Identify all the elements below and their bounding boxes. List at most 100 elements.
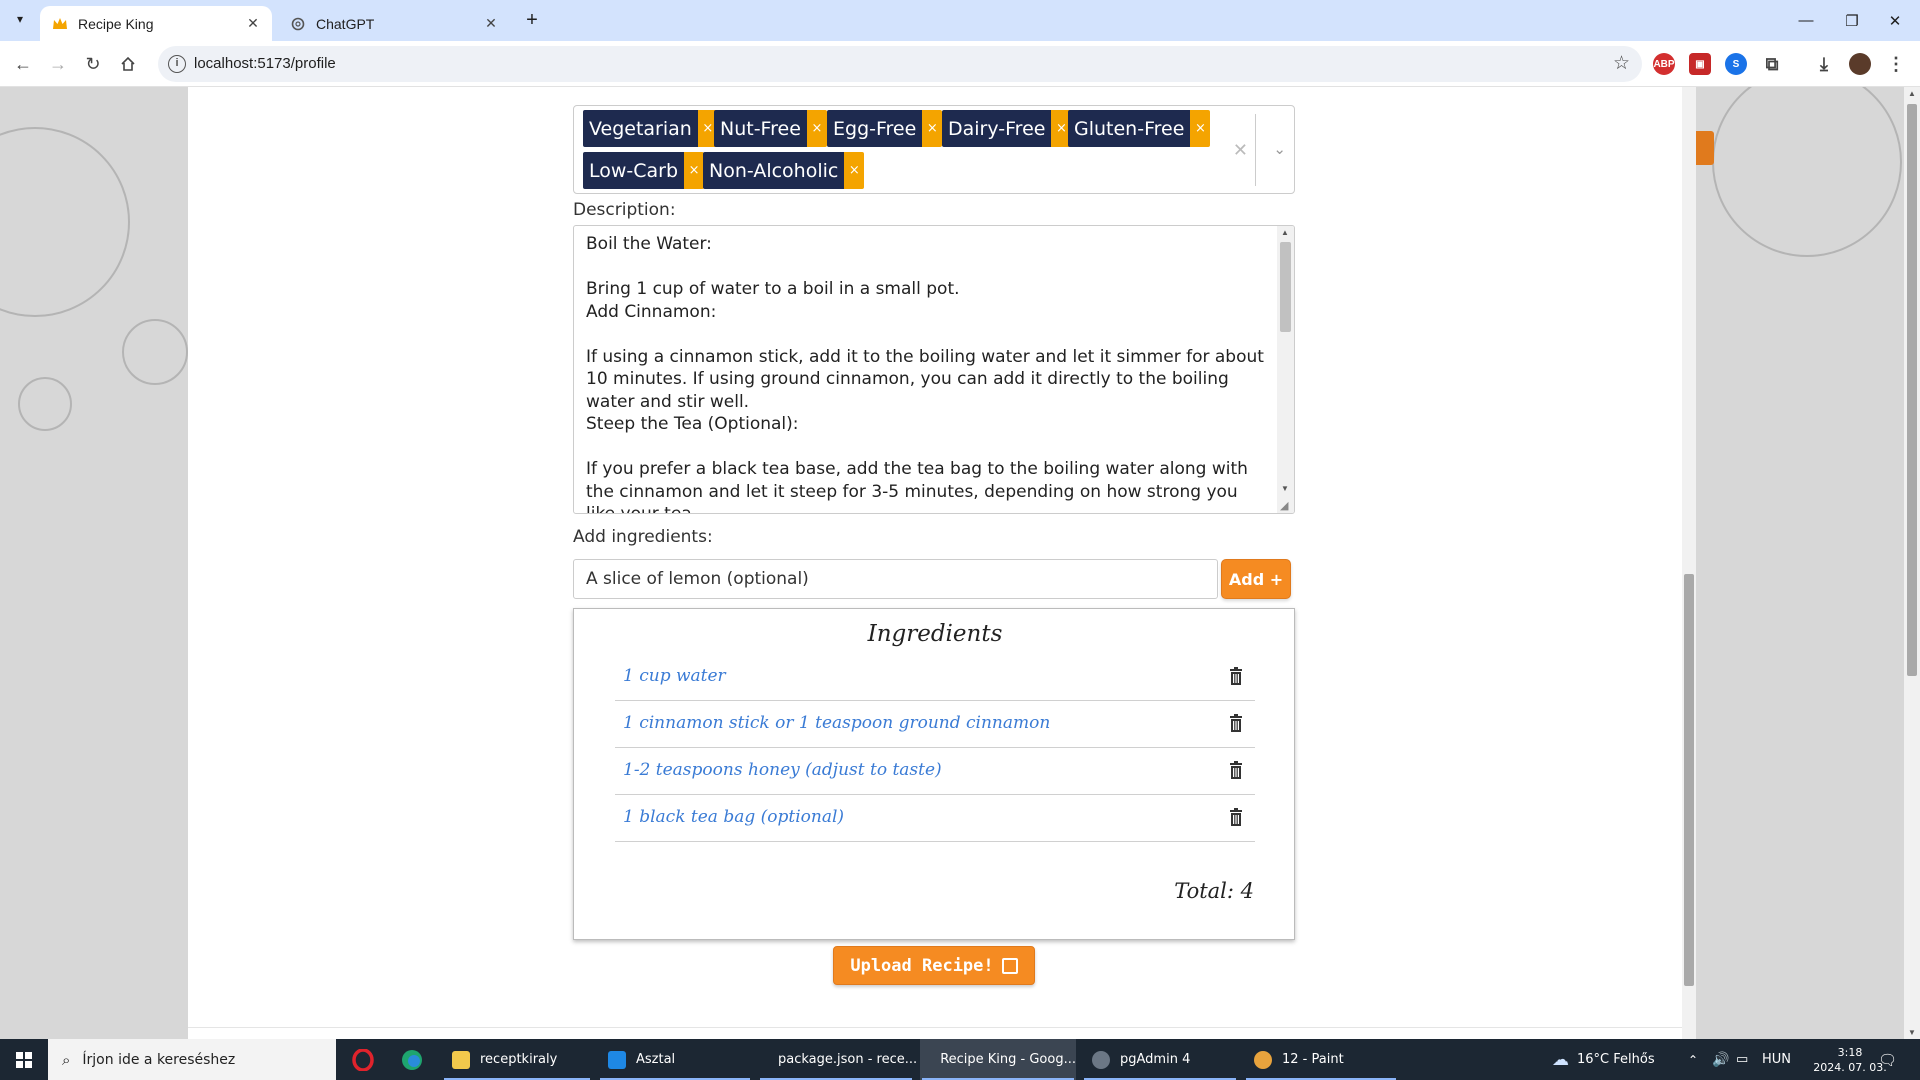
clock-time: 3:18 — [1837, 1045, 1863, 1059]
clock-date: 2024. 07. 03. — [1813, 1060, 1887, 1074]
content-scrollbar[interactable] — [1682, 87, 1696, 1039]
language-indicator[interactable]: HUN — [1762, 1039, 1791, 1080]
tab-search-button[interactable]: ▾ — [8, 7, 32, 31]
ingredient-row: 1-2 teaspoons honey (adjust to taste) — [615, 748, 1255, 795]
back-button[interactable]: ← — [10, 51, 36, 77]
description-scrollbar[interactable]: ▲ ▼ ◢ — [1277, 226, 1294, 513]
ingredient-input[interactable]: A slice of lemon (optional) — [573, 559, 1218, 599]
resize-grip-icon[interactable]: ◢ — [1280, 499, 1288, 512]
scrollbar-thumb[interactable] — [1280, 242, 1291, 332]
scroll-down-arrow-icon[interactable]: ▼ — [1908, 1028, 1916, 1037]
tag-chip: Vegetarian × — [583, 110, 718, 147]
forward-button[interactable]: → — [45, 51, 71, 77]
scrollbar-thumb[interactable] — [1684, 574, 1694, 986]
pdf-extension-icon[interactable]: ▣ — [1689, 53, 1711, 75]
browser-scrollbar[interactable]: ▲ ▼ — [1904, 87, 1920, 1039]
scroll-up-arrow-icon[interactable]: ▲ — [1281, 228, 1289, 237]
tag-remove-button[interactable]: × — [684, 152, 705, 189]
profile-avatar[interactable] — [1849, 53, 1871, 75]
add-ingredients-label: Add ingredients: — [573, 527, 713, 547]
description-textarea[interactable]: Boil the Water: Bring 1 cup of water to … — [573, 225, 1295, 514]
tag-remove-button[interactable]: × — [922, 110, 943, 147]
search-icon: ⌕ — [62, 1050, 71, 1069]
trash-icon[interactable] — [1229, 807, 1243, 827]
description-label: Description: — [573, 200, 676, 220]
ingredient-text: 1 cinnamon stick or 1 teaspoon ground ci… — [623, 713, 1051, 733]
taskbar-app-file-explorer[interactable]: receptkiraly — [442, 1039, 592, 1080]
network-icon[interactable]: ▭ — [1736, 1039, 1748, 1080]
taskbar-app-paint[interactable]: 12 - Paint — [1244, 1039, 1398, 1080]
trash-icon[interactable] — [1229, 760, 1243, 780]
tag-remove-button[interactable]: × — [1190, 110, 1211, 147]
taskbar-app-desktop[interactable]: Asztal — [598, 1039, 752, 1080]
new-tab-button[interactable]: + — [520, 8, 544, 32]
ingredients-card: Ingredients 1 cup water 1 cinnamon stick… — [573, 608, 1295, 940]
address-bar[interactable]: i localhost:5173/profile ☆ — [158, 46, 1642, 82]
select-separator — [1255, 114, 1256, 186]
adblock-extension-icon[interactable]: ABP — [1653, 53, 1675, 75]
tab-close-icon[interactable]: ✕ — [482, 15, 500, 32]
download-icon[interactable]: ⤓ — [1813, 53, 1835, 75]
weather-text: 16°C Felhős — [1577, 1052, 1655, 1067]
tag-chip: Egg-Free × — [827, 110, 943, 147]
side-accent-tab — [1696, 131, 1714, 165]
opera-icon[interactable] — [346, 1039, 380, 1080]
taskbar-app-vscode[interactable]: package.json - rece... — [758, 1039, 917, 1080]
tag-chip: Non-Alcoholic × — [703, 152, 865, 189]
ingredient-text: 1 black tea bag (optional) — [623, 807, 845, 827]
taskbar-app-pgadmin[interactable]: pgAdmin 4 — [1082, 1039, 1238, 1080]
add-ingredient-button[interactable]: Add + — [1221, 559, 1291, 599]
crown-icon — [52, 16, 68, 32]
background-plate-illustration — [0, 127, 130, 317]
bookmark-star-icon[interactable]: ☆ — [1613, 52, 1630, 75]
tag-remove-button[interactable]: × — [844, 152, 865, 189]
upload-recipe-button[interactable]: Upload Recipe! — [833, 946, 1035, 985]
ingredient-row: 1 cup water — [615, 654, 1255, 701]
sync-extension-icon[interactable]: S — [1725, 53, 1747, 75]
tag-label: Egg-Free — [827, 110, 923, 147]
tab-recipe-king[interactable]: Recipe King ✕ — [40, 6, 272, 41]
scroll-up-arrow-icon[interactable]: ▲ — [1908, 89, 1916, 98]
taskbar-app-label: 12 - Paint — [1282, 1052, 1344, 1067]
dietary-tags-select[interactable]: Vegetarian × Nut-Free × Egg-Free × Dairy… — [573, 105, 1295, 194]
reload-button[interactable]: ↻ — [80, 51, 106, 77]
windows-logo-icon — [16, 1051, 32, 1068]
site-info-icon[interactable]: i — [168, 55, 186, 73]
tag-remove-button[interactable]: × — [806, 110, 827, 147]
ingredient-row: 1 cinnamon stick or 1 teaspoon ground ci… — [615, 701, 1255, 748]
scroll-down-arrow-icon[interactable]: ▼ — [1281, 484, 1289, 493]
scrollbar-thumb[interactable] — [1907, 104, 1917, 676]
url-text: localhost:5173/profile — [194, 55, 336, 72]
ingredient-text: 1 cup water — [623, 666, 726, 686]
tag-label: Gluten-Free — [1068, 110, 1191, 147]
trash-icon[interactable] — [1229, 666, 1243, 686]
tray-chevron-icon[interactable]: ⌃ — [1688, 1039, 1698, 1080]
taskbar-app-chrome[interactable]: Recipe King - Goog... — [920, 1039, 1076, 1080]
tab-chatgpt[interactable]: ChatGPT ✕ — [278, 6, 510, 41]
clear-all-icon[interactable]: ✕ — [1233, 140, 1248, 161]
taskbar-app-label: pgAdmin 4 — [1120, 1052, 1191, 1067]
ingredient-row: 1 black tea bag (optional) — [615, 795, 1255, 842]
tab-close-icon[interactable]: ✕ — [244, 15, 262, 32]
home-icon[interactable] — [115, 51, 141, 77]
ingredients-total: Total: 4 — [1174, 879, 1254, 903]
extensions-puzzle-icon[interactable]: ⧉ — [1761, 53, 1783, 75]
cloud-icon: ☁ — [1552, 1049, 1569, 1070]
tag-label: Low-Carb — [583, 152, 685, 189]
taskbar-app-label: receptkiraly — [480, 1052, 558, 1067]
taskbar-app-label: Recipe King - Goog... — [940, 1052, 1076, 1067]
close-window-button[interactable]: ✕ — [1870, 0, 1920, 41]
volume-icon[interactable]: 🔊 — [1712, 1039, 1729, 1080]
chevron-down-icon[interactable]: ⌄ — [1273, 140, 1286, 158]
desktop-icon — [608, 1050, 626, 1069]
content-footer — [188, 1027, 1688, 1039]
browser-menu-icon[interactable]: ⋮ — [1885, 53, 1907, 75]
edge-icon[interactable] — [395, 1039, 429, 1080]
weather-widget[interactable]: ☁ 16°C Felhős — [1552, 1039, 1655, 1080]
start-button[interactable] — [0, 1039, 48, 1080]
tag-chip: Gluten-Free × — [1068, 110, 1211, 147]
trash-icon[interactable] — [1229, 713, 1243, 733]
notification-icon[interactable]: 🗨 — [1878, 1039, 1897, 1080]
tab-title: Recipe King — [78, 15, 154, 32]
taskbar-search[interactable]: ⌕ Írjon ide a kereséshez — [48, 1039, 336, 1080]
